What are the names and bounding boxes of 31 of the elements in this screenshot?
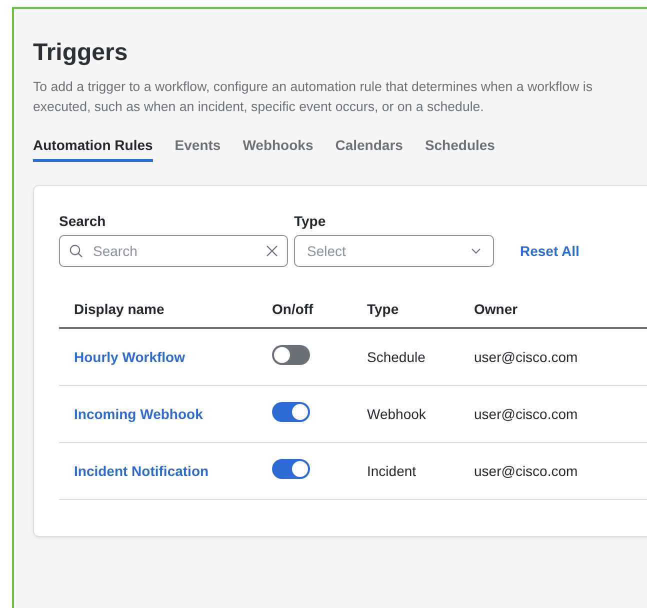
type-dropdown[interactable]: Select	[294, 235, 494, 267]
toggle-switch[interactable]	[272, 345, 310, 366]
tab[interactable]: Calendars	[335, 137, 403, 162]
search-field[interactable]: Search	[59, 235, 288, 267]
workflow-link[interactable]: Hourly Workflow	[74, 349, 185, 365]
column-header: Display name	[59, 301, 272, 328]
table-cell: user@cisco.com	[474, 463, 578, 479]
tab[interactable]: Schedules	[424, 137, 495, 162]
column-header: Owner	[474, 301, 647, 328]
workflow-link[interactable]: Incoming Webhook	[74, 406, 203, 422]
column-header: On/off	[272, 301, 367, 328]
table-cell: Webhook	[367, 406, 426, 422]
toggle-switch[interactable]	[272, 459, 310, 480]
table-cell: Incident	[367, 463, 416, 479]
page-description: To add a trigger to a workflow, configure an automation rule that determines when a workflow is executed, such as when an incident, specific event occurs, or on a schedule.	[33, 78, 594, 116]
field-label: Search	[59, 213, 107, 229]
search-icon	[69, 244, 83, 258]
tab[interactable]: Events	[174, 137, 221, 162]
tab[interactable]: Webhooks	[242, 137, 314, 162]
column-header: Type	[367, 301, 474, 328]
chevron-down-icon	[471, 248, 481, 254]
toggle-switch[interactable]	[272, 402, 310, 422]
reset-all-link[interactable]: Reset All	[520, 243, 580, 259]
field-label: Type	[294, 213, 327, 229]
clear-icon[interactable]	[266, 245, 278, 257]
workflow-link[interactable]: Incident Notification	[74, 463, 209, 479]
tab[interactable]: Automation Rules	[33, 137, 153, 162]
page-title: Triggers	[33, 39, 129, 67]
table-cell: Schedule	[367, 349, 426, 365]
table-cell: user@cisco.com	[474, 349, 578, 365]
table-cell: user@cisco.com	[474, 406, 578, 422]
